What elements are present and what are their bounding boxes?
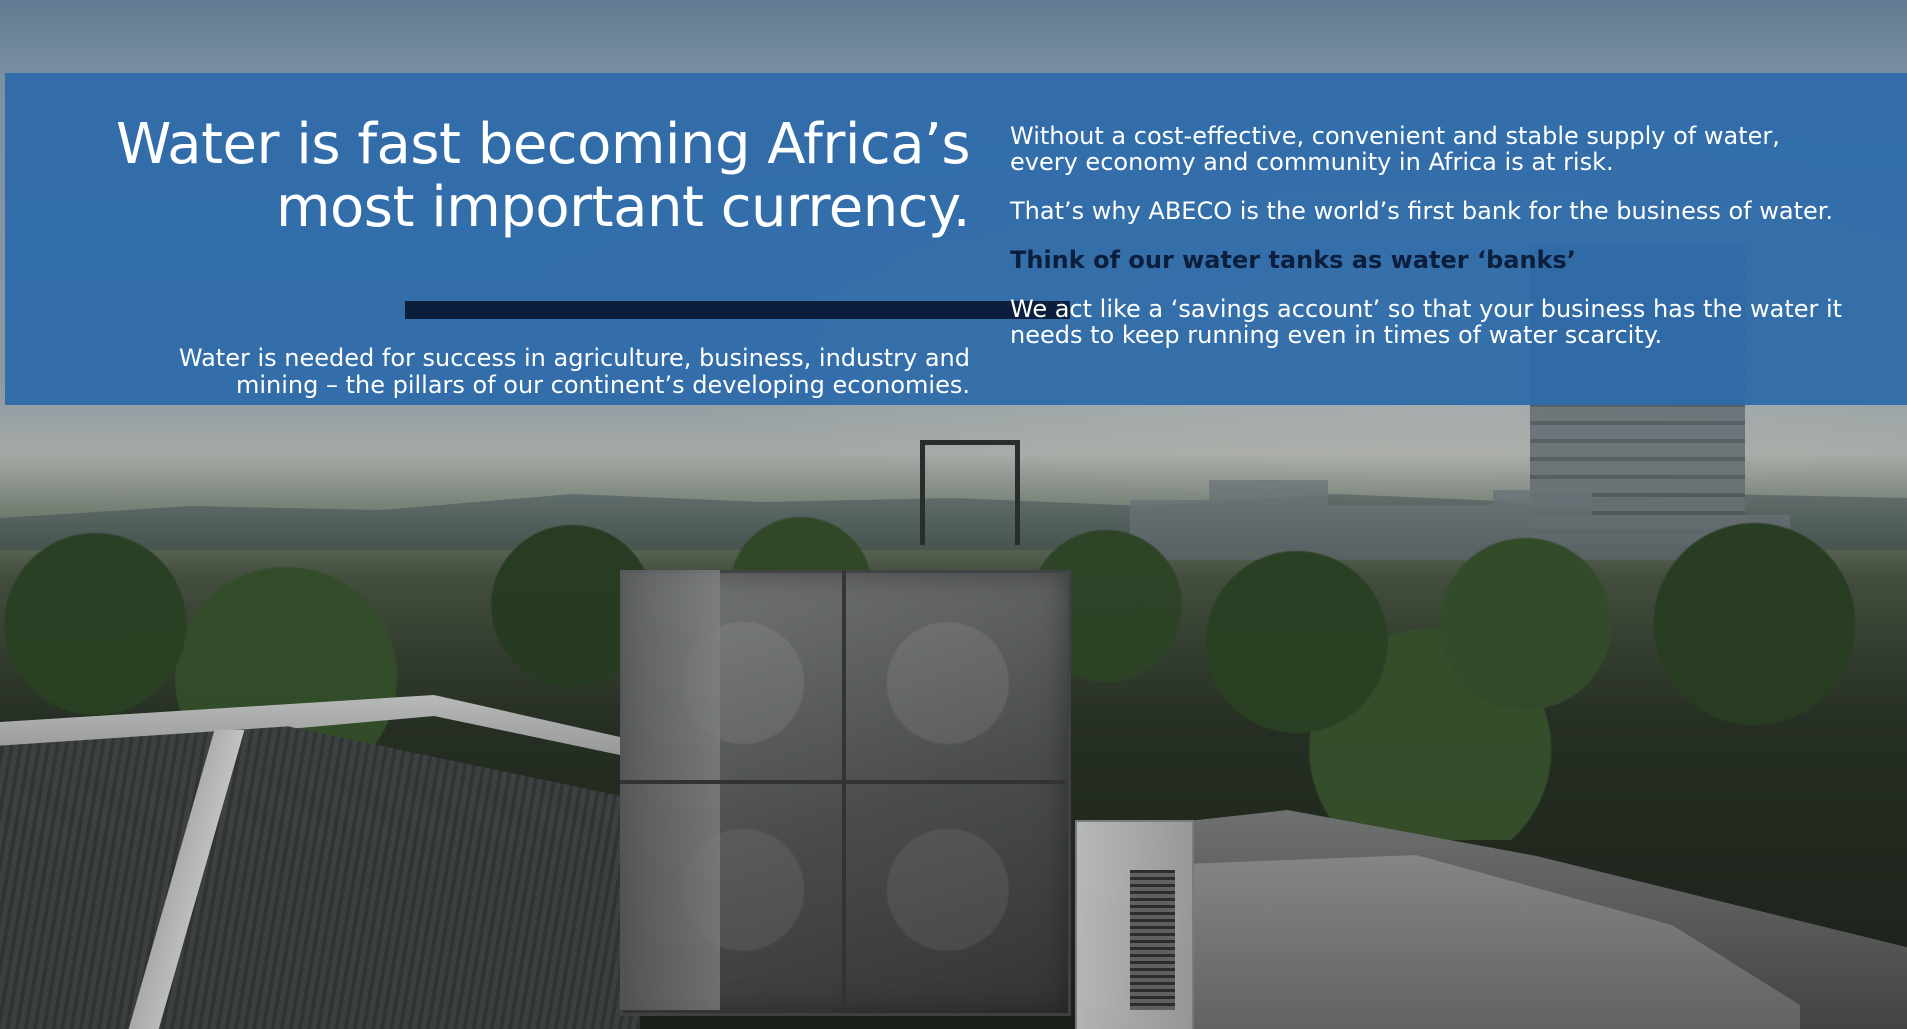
savings-line: needs to keep running even in times of w… — [1010, 321, 1663, 349]
headline-divider — [405, 301, 1070, 319]
intro-line: Water is needed for success in agricultu… — [178, 344, 970, 372]
abeco-paragraph: That’s why ABECO is the world’s first ba… — [1010, 197, 1834, 225]
headline: Water is fast becoming Africa’s most imp… — [105, 112, 971, 240]
headline-line: most important currency. — [275, 175, 971, 240]
banner-left-column: Water is fast becoming Africa’s most imp… — [105, 112, 1070, 399]
banner-right-column: Without a cost-effective, convenient and… — [1010, 123, 1890, 371]
water-banks-heading: Think of our water tanks as water ‘banks… — [1010, 246, 1576, 274]
page: Water is fast becoming Africa’s most imp… — [0, 0, 1907, 1029]
risk-line: Without a cost-effective, convenient and… — [1010, 122, 1780, 150]
risk-paragraph: Without a cost-effective, convenient and… — [1010, 123, 1890, 175]
risk-line: every economy and community in Africa is… — [1010, 148, 1614, 176]
headline-line: Water is fast becoming Africa’s — [115, 112, 971, 177]
savings-paragraph: We act like a ‘savings account’ so that … — [1010, 296, 1890, 348]
savings-line: We act like a ‘savings account’ so that … — [1010, 295, 1843, 323]
intro-line: mining – the pillars of our continent’s … — [235, 371, 970, 399]
info-banner: Water is fast becoming Africa’s most imp… — [5, 73, 1907, 405]
intro-text: Water is needed for success in agricultu… — [105, 345, 970, 399]
